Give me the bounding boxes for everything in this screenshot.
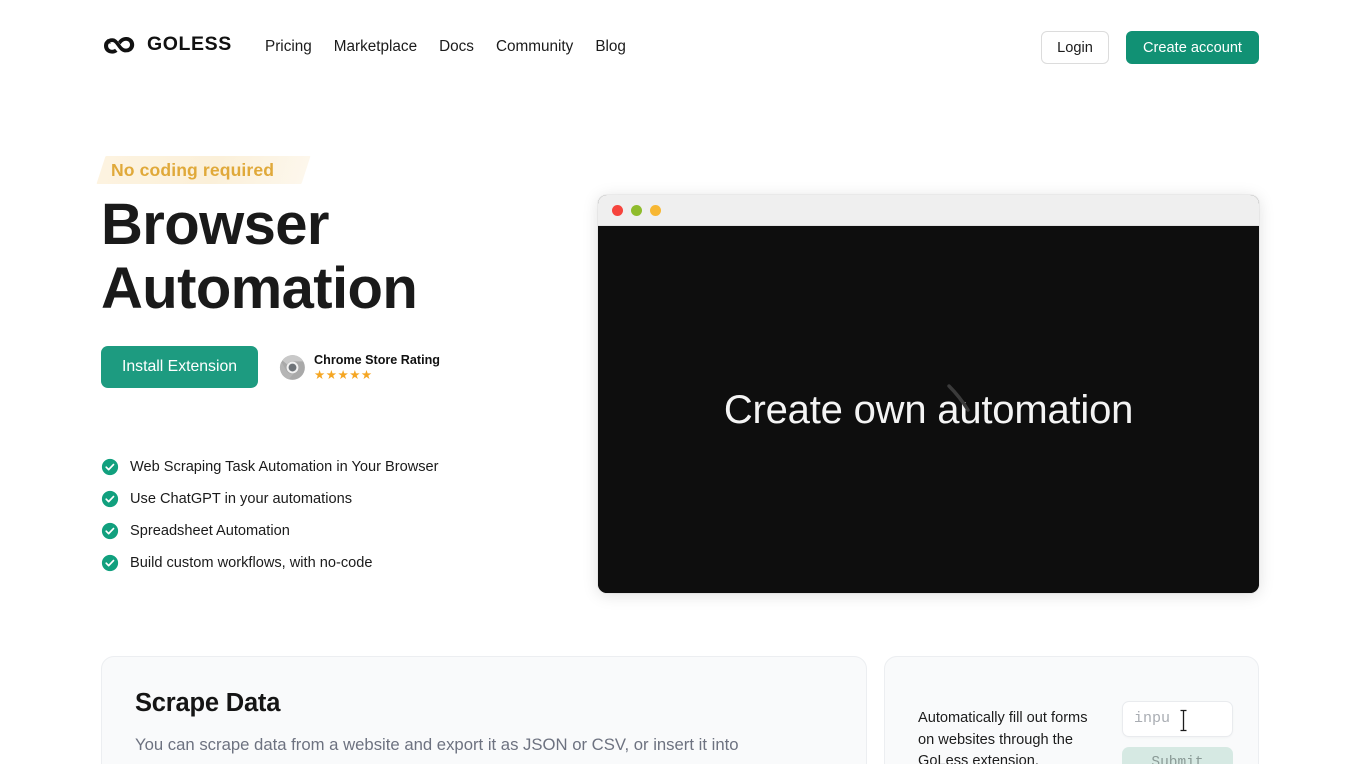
nav-link-docs[interactable]: Docs [439, 36, 474, 57]
page-title: Browser Automation [101, 193, 571, 321]
star-icon: ★ [325, 367, 337, 382]
close-dot-icon[interactable] [612, 204, 623, 216]
main-nav: Pricing Marketplace Docs Community Blog [265, 36, 626, 57]
check-circle-icon [101, 490, 119, 508]
check-circle-icon [101, 458, 119, 476]
install-extension-button[interactable]: Install Extension [101, 346, 259, 388]
logo[interactable]: GOLESS [101, 33, 232, 57]
list-item: Spreadsheet Automation [101, 521, 439, 541]
feature-cards: Scrape Data You can scrape data from a w… [101, 656, 1259, 764]
nav-link-marketplace[interactable]: Marketplace [334, 36, 417, 57]
site-header: GOLESS Pricing Marketplace Docs Communit… [0, 0, 1360, 94]
demo-form: inpu Submit [1122, 701, 1233, 764]
demo-input-value: inpu [1134, 710, 1171, 727]
feature-label: Build custom workflows, with no-code [130, 555, 373, 571]
browser-mockup[interactable]: Create own automation [598, 195, 1259, 593]
check-circle-icon [101, 522, 119, 540]
feature-list: Web Scraping Task Automation in Your Bro… [101, 457, 439, 573]
demo-input-field[interactable]: inpu [1122, 701, 1233, 737]
star-icon: ★ [314, 367, 326, 382]
card-title: Scrape Data [135, 689, 281, 717]
header-actions: Login Create account [1041, 31, 1259, 64]
infinity-arrow-icon [104, 37, 135, 54]
hero-badge: No coding required [96, 156, 311, 184]
logo-text: GOLESS [147, 33, 232, 56]
card-description: Automatically fill out forms on websites… [918, 710, 1088, 764]
page-title-line-1: Browser [101, 192, 329, 257]
check-circle-icon [101, 554, 119, 572]
page-title-line-2: Automation [101, 256, 418, 321]
demo-submit-button[interactable]: Submit [1122, 747, 1233, 764]
nav-link-community[interactable]: Community [496, 36, 573, 57]
video-screen[interactable]: Create own automation [598, 226, 1259, 593]
rating-stars: ★ ★ ★ ★ ★ [314, 367, 440, 382]
card-scrape-data[interactable]: Scrape Data You can scrape data from a w… [101, 656, 867, 764]
feature-label: Use ChatGPT in your automations [130, 491, 352, 507]
landing-page: GOLESS Pricing Marketplace Docs Communit… [0, 0, 1360, 764]
list-item: Build custom workflows, with no-code [101, 553, 439, 573]
feature-label: Web Scraping Task Automation in Your Bro… [130, 459, 439, 475]
hero-badge-label: No coding required [111, 159, 275, 180]
star-icon: ★ [349, 367, 361, 382]
create-account-button[interactable]: Create account [1126, 31, 1259, 64]
card-fill-forms[interactable]: Automatically fill out forms on websites… [884, 656, 1259, 764]
nav-link-blog[interactable]: Blog [595, 36, 626, 57]
rating-meta: Chrome Store Rating ★ ★ ★ ★ ★ [314, 353, 440, 382]
star-icon: ★ [360, 367, 373, 382]
nav-link-pricing[interactable]: Pricing [265, 36, 312, 57]
card-description: You can scrape data from a website and e… [135, 735, 739, 754]
star-icon: ★ [337, 367, 349, 382]
login-button[interactable]: Login [1041, 31, 1110, 64]
browser-titlebar [598, 195, 1259, 226]
feature-label: Spreadsheet Automation [130, 523, 290, 539]
video-caption: Create own automation [723, 387, 1134, 432]
rating-label: Chrome Store Rating [314, 352, 440, 367]
text-cursor-icon [1180, 709, 1187, 732]
hero-cta-group: Install Extension Chrome Store Rating ★ … [101, 346, 440, 388]
minimize-dot-icon[interactable] [631, 204, 642, 216]
list-item: Use ChatGPT in your automations [101, 489, 439, 509]
chrome-icon [279, 354, 305, 380]
maximize-dot-icon[interactable] [650, 204, 661, 216]
list-item: Web Scraping Task Automation in Your Bro… [101, 457, 439, 477]
chrome-store-rating[interactable]: Chrome Store Rating ★ ★ ★ ★ ★ [279, 353, 440, 382]
